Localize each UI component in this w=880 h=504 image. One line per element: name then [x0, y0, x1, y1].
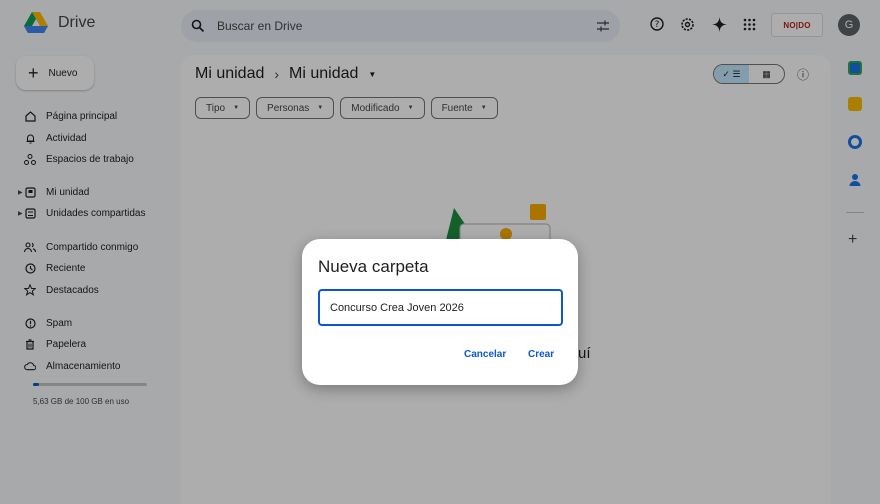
- new-folder-dialog: Nueva carpeta Cancelar Crear: [302, 239, 578, 385]
- dialog-title: Nueva carpeta: [318, 257, 429, 276]
- folder-name-input[interactable]: [318, 289, 563, 326]
- create-button[interactable]: Crear: [528, 349, 554, 360]
- cancel-button[interactable]: Cancelar: [464, 349, 506, 360]
